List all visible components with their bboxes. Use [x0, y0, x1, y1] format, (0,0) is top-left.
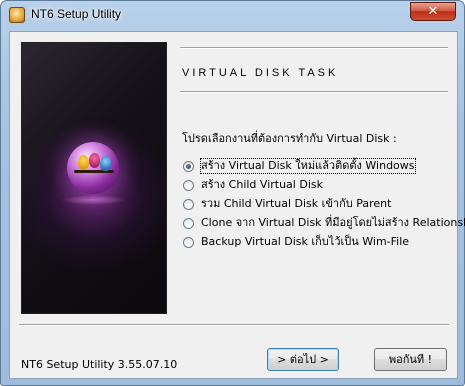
task-prompt: โปรดเลือกงานที่ต้องการทำกับ Virtual Disk…	[182, 132, 397, 145]
task-title: VIRTUAL DISK TASK	[182, 67, 339, 79]
header-rule-bottom	[180, 91, 448, 93]
yellow-bird-icon	[78, 155, 89, 170]
radio-button[interactable]	[183, 237, 194, 248]
option-backup-wim[interactable]: Backup Virtual Disk เก็บไว้เป็น Wim-File	[183, 235, 455, 254]
dialog-client-area: VIRTUAL DISK TASK โปรดเลือกงานที่ต้องการ…	[9, 31, 465, 379]
window-title: NT6 Setup Utility	[31, 7, 122, 21]
orb-reflection	[60, 195, 126, 205]
option-create-and-install[interactable]: สร้าง Virtual Disk ใหม่แล้วติดตั้ง Windo…	[183, 158, 455, 178]
option-label: รวม Child Virtual Disk เข้ากับ Parent	[201, 197, 392, 210]
option-clone[interactable]: Clone จาก Virtual Disk ที่มีอยู่โดยไม่สร…	[183, 216, 465, 235]
cancel-button[interactable]: พอกันที !	[374, 348, 447, 371]
task-options-group: สร้าง Virtual Disk ใหม่แล้วติดตั้ง Windo…	[183, 158, 465, 254]
option-merge-child[interactable]: รวม Child Virtual Disk เข้ากับ Parent	[183, 197, 455, 216]
setup-utility-icon	[9, 7, 25, 23]
title-bar[interactable]: NT6 Setup Utility ✕	[1, 1, 465, 29]
radio-button[interactable]	[183, 218, 194, 229]
radio-button-selected[interactable]	[183, 161, 194, 172]
banner-image	[21, 42, 167, 314]
next-button[interactable]: > ต่อไป >	[267, 348, 339, 371]
dialog-window: NT6 Setup Utility ✕ VIRTUAL DISK TASK โป…	[0, 0, 465, 386]
footer-divider	[19, 324, 449, 326]
option-label: สร้าง Child Virtual Disk	[201, 178, 323, 191]
radio-button[interactable]	[183, 199, 194, 210]
close-button[interactable]: ✕	[410, 2, 456, 21]
header-rule-top	[180, 47, 448, 49]
version-label: NT6 Setup Utility 3.55.07.10	[21, 358, 178, 371]
option-label: Clone จาก Virtual Disk ที่มีอยู่โดยไม่สร…	[201, 216, 465, 229]
close-icon: ✕	[427, 4, 439, 19]
pink-bird-icon	[89, 153, 100, 168]
orb-illustration-icon	[67, 142, 119, 194]
option-create-child[interactable]: สร้าง Child Virtual Disk	[183, 178, 455, 197]
blue-bird-icon	[100, 156, 111, 171]
radio-button[interactable]	[183, 180, 194, 191]
option-label: สร้าง Virtual Disk ใหม่แล้วติดตั้ง Windo…	[200, 158, 416, 174]
option-label: Backup Virtual Disk เก็บไว้เป็น Wim-File	[201, 235, 410, 248]
